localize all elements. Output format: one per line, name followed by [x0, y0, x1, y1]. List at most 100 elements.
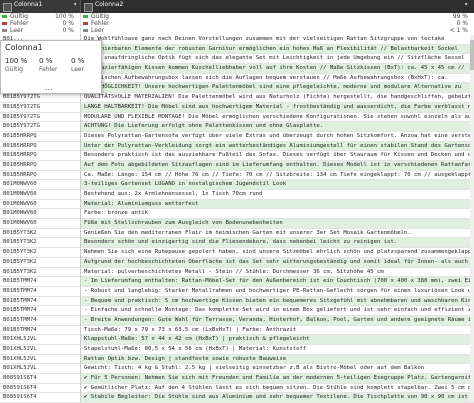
- chevron-down-icon[interactable]: ▾: [464, 1, 468, 8]
- table-row[interactable]: B01B5TMM74- Einfache und schnelle Montag…: [0, 306, 474, 316]
- cell-colonna2[interactable]: Tisch-Maße: 79 x 79 x 73 x 63,5 cm (LxBx…: [81, 326, 474, 335]
- cell-colonna2[interactable]: Aufgrund der hochbeschichteten Oberfläch…: [81, 257, 474, 267]
- cell-colonna2[interactable]: Klappstuhl-Maße: 57 x 44 x 42 cm (HxBxT)…: [81, 335, 474, 345]
- table-row[interactable]: B01B5YT3K2 Genießen Sie den mediterranen …: [0, 229, 474, 239]
- cell-colonna2[interactable]: Bestehend aus: 2x Armlehnensessel, 1x Ti…: [81, 190, 474, 199]
- cell-colonna1[interactable]: B01B5TMM74: [0, 287, 83, 296]
- cell-colonna2[interactable]: Genießen Sie den mediterranen Flair im h…: [81, 229, 474, 238]
- cell-colonna1[interactable]: B01B5HRRPQ: [0, 151, 83, 160]
- cell-colonna2[interactable]: ✔ Für 5 Personen: Nehmen Sie sich mit Fr…: [81, 374, 474, 383]
- cell-colonna2[interactable]: Farbe: bronze antik: [81, 209, 474, 218]
- table-row[interactable]: B01B5YT3K2 Material: pulverbeschichtetes …: [0, 268, 474, 278]
- cell-colonna2[interactable]: seine unaufdringliche Optik fügt sich da…: [81, 54, 474, 63]
- table-row[interactable]: B01M0NWV60 Farbe: bronze antik: [0, 209, 474, 220]
- cell-colonna2[interactable]: ✔ Gemütlicher Platz: Auf den 4 Stühlen l…: [81, 384, 474, 393]
- cell-colonna1[interactable]: B01B5YT3K2: [0, 238, 83, 247]
- cell-colonna1[interactable]: B01B5Y972TG: [0, 113, 83, 122]
- cell-colonna1[interactable]: B08591S6T4: [0, 393, 83, 402]
- cell-colonna1[interactable]: B01B5TMM74: [0, 316, 83, 325]
- table-row[interactable]: B08591S6T4 ✔ Für 5 Personen: Nehmen Sie s…: [0, 374, 474, 384]
- cell-colonna1[interactable]: B01M0NWV60: [0, 200, 83, 209]
- cell-colonna2[interactable]: - Im Lieferumfang enthalten: Rattan-Möbe…: [81, 277, 474, 286]
- table-row[interactable]: B01B5TMM74- Im Lieferumfang enthalten: R…: [0, 277, 474, 287]
- cell-colonna2[interactable]: Auf dem Foto abgebildeten Sitzauflagen s…: [81, 160, 474, 170]
- vertical-scrollbar[interactable]: [470, 35, 474, 402]
- table-row[interactable]: B01XHL5JVL Gewicht: Tisch: 4 kg & Stuhl: …: [0, 364, 474, 375]
- cell-colonna1[interactable]: B01B5Y972TG: [0, 122, 83, 131]
- table-row[interactable]: B01XHL5JVL Rattan Optik bzw. Design | sta…: [0, 354, 474, 365]
- scrollbar-thumb[interactable]: [470, 40, 474, 70]
- table-row[interactable]: B01B5Y972TG QUALITÄTSVOLLE MATERIALIEN! D…: [0, 93, 474, 103]
- cell-colonna1[interactable]: B01M0NWV60: [0, 209, 83, 218]
- table-row[interactable]: B01B5HRRPQ Auf dem Foto abgebildeten Sitz…: [0, 160, 474, 171]
- cell-colonna1[interactable]: B01B5Y972TG: [0, 93, 83, 102]
- chevron-down-icon[interactable]: ▾: [73, 1, 77, 8]
- cell-colonna2[interactable]: - Einfache und schnelle Montage: Das kom…: [81, 306, 474, 315]
- cell-colonna1[interactable]: B01B5Y972TG: [0, 103, 83, 112]
- cell-colonna2[interactable]: Die Wohlfühloase ganz nach Deinen Vorste…: [81, 35, 474, 44]
- cell-colonna1[interactable]: B01B5HRRPQ: [0, 132, 83, 141]
- cell-colonna1[interactable]: B01B5YT3K2: [0, 258, 83, 267]
- more-options-icon[interactable]: ...: [45, 83, 53, 92]
- cell-colonna1[interactable]: B01XHL5JVL: [0, 345, 83, 354]
- table-row[interactable]: B01B5YT3K2 Nehmen Sie sich eine Ruhepause…: [0, 248, 474, 258]
- cell-colonna2[interactable]: LANGE HALTBARKEIT! Die Möbel sind aus ho…: [81, 102, 474, 112]
- cell-colonna1[interactable]: B01B5HRRPQ: [0, 171, 83, 180]
- table-row[interactable]: B01B5YT3K2 Aufgrund der hochbeschichteten…: [0, 257, 474, 268]
- cell-colonna2[interactable]: Nehmen Sie sich eine Ruhepause gepolert …: [81, 248, 474, 257]
- table-row[interactable]: B01B5TMM74- Robust und langlebig: Starke…: [0, 287, 474, 297]
- cell-colonna1[interactable]: B01M0NWV60: [0, 219, 83, 228]
- cell-colonna2[interactable]: Rattan Optik bzw. Design | standfeste so…: [81, 354, 474, 364]
- cell-colonna2[interactable]: - Breite Anwendungen: Gute Wahl für Terr…: [81, 315, 474, 325]
- table-row[interactable]: B01B5Y972TG MODULARE UND FLEXIBLE MONTAGE…: [0, 113, 474, 123]
- column-type-icon[interactable]: [84, 3, 93, 12]
- cell-colonna2[interactable]: 3-teiliges Gartenset LUGANO in nostalgis…: [81, 180, 474, 190]
- cell-colonna2[interactable]: NTAGEHÖGLICHKEIT! Unsere hochwertigen Pa…: [81, 83, 474, 93]
- table-row[interactable]: B01B5TMM74- Breite Anwendungen: Gute Wah…: [0, 315, 474, 326]
- cell-colonna2[interactable]: - Robust und langlebig: Starker Metallra…: [81, 287, 474, 296]
- table-row[interactable]: B01B5Y972TG LANGE HALTBARKEIT! Die Möbel …: [0, 102, 474, 113]
- table-row[interactable]: B01XHL5JVL Klappstuhl-Maße: 57 x 44 x 42 …: [0, 335, 474, 345]
- cell-colonna2[interactable]: Ca. Maße: Länge: 154 cm // Höhe 76 cm //…: [81, 171, 474, 180]
- cell-colonna1[interactable]: B08591S6T4: [0, 384, 83, 393]
- cell-colonna2[interactable]: Gewicht: Tisch: 4 kg & Stuhl: 2,5 kg | v…: [81, 364, 474, 373]
- table-row[interactable]: B01M0NWV60 3-teiliges Gartenset LUGANO in…: [0, 180, 474, 190]
- cell-colonna1[interactable]: B01B5TMM74: [0, 306, 83, 315]
- cell-colonna1[interactable]: B01B5TMM74: [0, 297, 83, 306]
- cell-colonna2[interactable]: strapazierfähigen Kissen kommen Kuschell…: [81, 64, 474, 73]
- table-row[interactable]: B01B5HRRPQ Dieses Polyrattan-Gartensofa v…: [0, 132, 474, 142]
- table-row[interactable]: B01M0NWV60 Material: Aluminiumguss wetter…: [0, 199, 474, 210]
- cell-colonna2[interactable]: Stapelstuhl-Maße: 80,5 x 54 x 56 cm (HxB…: [81, 345, 474, 354]
- cell-colonna2[interactable]: ACHTUNG! Die Lieferung erfolgt ohne Pale…: [81, 122, 474, 131]
- table-row[interactable]: B01B5TMM74- Bequem und praktisch: 5 cm h…: [0, 296, 474, 307]
- cell-colonna2[interactable]: Besonders praktisch ist das ausziehbare …: [81, 151, 474, 160]
- cell-colonna2[interactable]: Unter der Polyrattan-Verkleidung sorgt e…: [81, 141, 474, 151]
- cell-colonna2[interactable]: Besonders schön und einzigartig sind die…: [81, 238, 474, 248]
- column-header-colonna2[interactable]: Colonna2 ▾: [81, 0, 474, 13]
- cell-colonna2[interactable]: praktischen Aufbewahrungsbox lassen sich…: [81, 74, 474, 83]
- cell-colonna1[interactable]: B01B5HRRPQ: [0, 161, 83, 170]
- column-type-icon[interactable]: [3, 3, 12, 12]
- table-row[interactable]: B01B5HRRPQ Ca. Maße: Länge: 154 cm // Höh…: [0, 171, 474, 181]
- cell-colonna1[interactable]: B01B5TMM74: [0, 326, 83, 335]
- table-row[interactable]: B08591S6T4 ✔ Gemütlicher Platz: Auf den 4…: [0, 384, 474, 394]
- cell-colonna2[interactable]: Material: Aluminiumguss wetterfest: [81, 199, 474, 209]
- table-row[interactable]: B01B5Y972TG ACHTUNG! Die Lieferung erfolg…: [0, 122, 474, 132]
- quality-colonna2[interactable]: Gültig 99 % Fehler 0 % Leer < 1 %: [81, 13, 474, 35]
- cell-colonna2[interactable]: kombinierbaren Elemente der robusten Gar…: [81, 44, 474, 54]
- table-row[interactable]: B01B5HRRPQ Besonders praktisch ist das au…: [0, 151, 474, 161]
- table-row[interactable]: B01M0NWV60 Füße mit Stellschrauben zum Au…: [0, 219, 474, 229]
- cell-colonna1[interactable]: B01XHL5JVL: [0, 355, 83, 364]
- cell-colonna1[interactable]: B01B5HRRPQ: [0, 142, 83, 151]
- column-header-colonna1[interactable]: Colonna1 ▾: [0, 0, 81, 13]
- cell-colonna1[interactable]: B01XHL5JVL: [0, 364, 83, 373]
- cell-colonna2[interactable]: Material: pulverbeschichtetes Metall - S…: [81, 268, 474, 277]
- cell-colonna1[interactable]: B01XHL5JVL: [0, 335, 83, 344]
- table-row[interactable]: B01M0NWV60 Bestehend aus: 2x Armlehnenses…: [0, 190, 474, 200]
- cell-colonna1[interactable]: B08591S6T4: [0, 374, 83, 383]
- table-row[interactable]: B01XHL5JVL Stapelstuhl-Maße: 80,5 x 54 x …: [0, 345, 474, 355]
- table-row[interactable]: B01B5HRRPQ Unter der Polyrattan-Verkleidu…: [0, 141, 474, 152]
- cell-colonna1[interactable]: B01B5TMM74: [0, 277, 83, 286]
- cell-colonna2[interactable]: Füße mit Stellschrauben zum Ausgleich vo…: [81, 219, 474, 228]
- table-row[interactable]: B01B5YT3K2 Besonders schön und einzigarti…: [0, 238, 474, 249]
